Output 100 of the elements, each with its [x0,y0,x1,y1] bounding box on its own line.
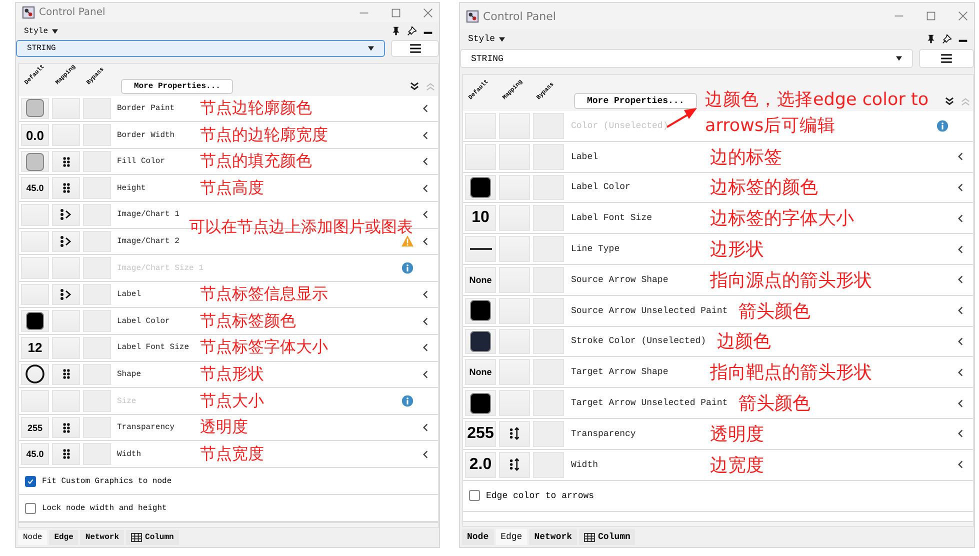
mapping-cell[interactable] [52,204,80,226]
tab[interactable]: Network [80,530,124,545]
default-value-cell[interactable]: 255 [21,416,49,438]
default-value-cell[interactable] [465,144,496,170]
bypass-cell[interactable] [83,284,111,306]
mapping-cell[interactable] [52,390,80,412]
default-value-cell[interactable]: 255 [465,420,496,447]
mapping-cell[interactable] [499,390,530,416]
chevron-left-icon[interactable] [958,182,963,192]
chevron-left-icon[interactable] [423,104,428,113]
chevron-left-icon[interactable] [423,236,428,246]
tab[interactable]: Node [462,529,494,545]
menu-button[interactable] [391,40,439,57]
chevron-left-icon[interactable] [423,210,428,220]
close-icon[interactable] [958,11,968,21]
style-select[interactable]: STRING [460,49,913,68]
default-value-cell[interactable] [465,298,496,324]
bypass-cell[interactable] [533,266,564,293]
default-value-cell[interactable] [21,284,49,306]
bypass-cell[interactable] [83,124,111,146]
mapping-cell[interactable] [499,205,530,232]
bypass-cell[interactable] [83,230,111,252]
chevron-left-icon[interactable] [958,152,963,162]
bypass-cell[interactable] [83,150,111,172]
style-menu[interactable]: Style [22,26,60,36]
bypass-cell[interactable] [533,144,564,170]
bypass-cell[interactable] [533,113,564,139]
default-value-cell[interactable] [465,236,496,262]
mapping-cell[interactable] [499,113,530,139]
chevron-left-icon[interactable] [958,336,963,346]
mapping-cell[interactable] [52,230,80,252]
chevron-left-icon[interactable] [958,275,963,284]
mapping-cell[interactable] [52,177,80,200]
bypass-cell[interactable] [83,390,111,412]
default-value-cell[interactable] [465,174,496,200]
bypass-cell[interactable] [533,359,564,386]
bypass-cell[interactable] [533,420,564,447]
mapping-cell[interactable] [52,337,80,359]
expand-all-icon[interactable] [410,82,419,91]
bypass-cell[interactable] [533,390,564,416]
default-value-cell[interactable] [465,113,496,139]
checkbox[interactable] [25,502,36,514]
bypass-cell[interactable] [83,204,111,226]
checkbox[interactable] [25,476,36,486]
mapping-cell[interactable] [499,266,530,293]
default-value-cell[interactable]: None [465,359,496,386]
chevron-left-icon[interactable] [423,184,428,193]
bypass-cell[interactable] [533,452,564,478]
bypass-cell[interactable] [83,257,111,279]
chevron-left-icon[interactable] [423,157,428,166]
default-value-cell[interactable] [465,390,496,416]
mapping-cell[interactable] [52,150,80,172]
mapping-cell[interactable] [499,359,530,386]
chevron-left-icon[interactable] [423,316,428,326]
maximize-icon[interactable] [391,8,401,18]
bypass-cell[interactable] [533,174,564,200]
tab[interactable]: Network [529,529,578,545]
bypass-cell[interactable] [83,98,111,120]
default-value-cell[interactable] [21,390,49,412]
default-value-cell[interactable]: 45.0 [21,177,49,200]
default-value-cell[interactable]: 45.0 [21,443,49,465]
default-value-cell[interactable] [21,230,49,252]
mapping-cell[interactable] [499,174,530,200]
chevron-left-icon[interactable] [423,423,428,432]
chevron-left-icon[interactable] [958,244,963,254]
bypass-cell[interactable] [83,364,111,386]
tab[interactable]: Column [579,529,636,545]
style-select[interactable]: STRING [16,40,385,57]
chevron-left-icon[interactable] [423,130,428,140]
mapping-cell[interactable] [499,420,530,447]
mapping-cell[interactable] [52,124,80,146]
bypass-cell[interactable] [83,416,111,438]
pin-icon[interactable] [942,34,952,44]
menu-button[interactable] [919,49,974,68]
chevron-left-icon[interactable] [423,343,428,352]
default-value-cell[interactable]: 10 [465,205,496,232]
mapping-cell[interactable] [499,328,530,354]
bypass-cell[interactable] [83,177,111,200]
chevron-left-icon[interactable] [958,398,963,408]
more-properties-button[interactable]: More Properties... [574,93,698,109]
default-value-cell[interactable]: 2.0 [465,452,496,478]
mapping-cell[interactable] [52,284,80,306]
checkbox[interactable] [469,490,480,502]
chevron-left-icon[interactable] [958,214,963,223]
default-value-cell[interactable]: 0.0 [21,124,49,146]
maximize-icon[interactable] [926,11,936,21]
default-value-cell[interactable] [21,150,49,172]
default-value-cell[interactable]: None [465,266,496,293]
bypass-cell[interactable] [533,328,564,354]
bypass-cell[interactable] [83,443,111,465]
chevron-left-icon[interactable] [958,306,963,316]
bypass-cell[interactable] [83,310,111,332]
mapping-cell[interactable] [52,416,80,438]
bypass-cell[interactable] [533,236,564,262]
mapping-cell[interactable] [499,236,530,262]
tab[interactable]: Column [126,530,179,545]
chevron-left-icon[interactable] [423,370,428,379]
tab[interactable]: Edge [496,529,528,545]
more-properties-button[interactable]: More Properties... [121,78,234,94]
mapping-cell[interactable] [52,364,80,386]
